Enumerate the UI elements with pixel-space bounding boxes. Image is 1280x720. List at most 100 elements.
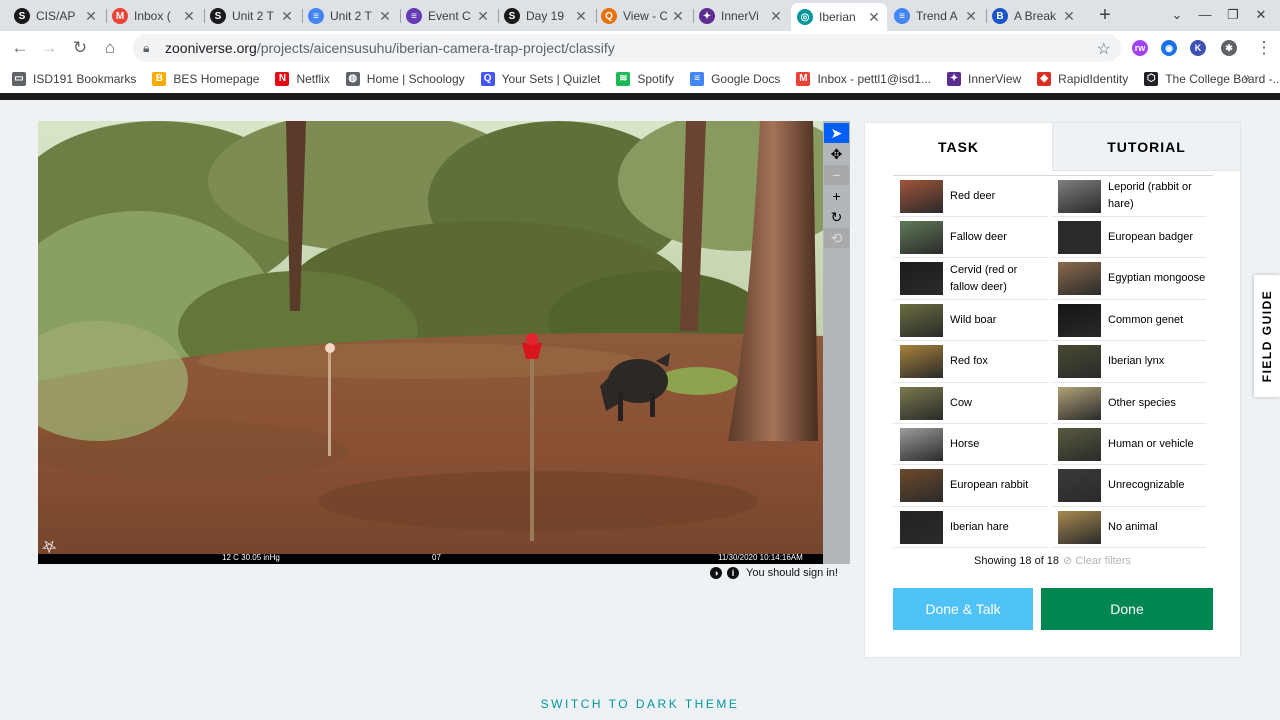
new-tab-button[interactable]: + [1094, 4, 1116, 26]
close-tab-icon[interactable]: ✕ [476, 8, 490, 25]
url-path: /projects/aicensusuhu/iberian-camera-tra… [256, 40, 615, 56]
species-choice[interactable]: European badger [1051, 217, 1206, 259]
browser-tab[interactable]: S Unit 2 T ✕ [204, 3, 300, 29]
sign-in-note[interactable]: You should sign in! [746, 567, 838, 579]
close-tab-icon[interactable]: ✕ [378, 8, 392, 25]
close-tab-icon[interactable]: ✕ [574, 8, 588, 25]
species-choice[interactable]: Cow [893, 383, 1048, 424]
google-docs-icon: ≡ [690, 71, 705, 86]
browser-tab[interactable]: M Inbox (✕ [106, 3, 202, 29]
menu-icon[interactable]: ⋮ [1252, 36, 1276, 60]
reset-icon[interactable]: ⟲ [824, 228, 849, 248]
species-choice[interactable]: Cervid (red or fallow deer) [893, 259, 1048, 300]
rotate-icon[interactable]: ↻ [824, 207, 849, 227]
species-choice[interactable]: Leporid (rabbit or hare) [1051, 176, 1206, 217]
species-choice[interactable]: Iberian hare [893, 507, 1048, 549]
close-tab-icon[interactable]: ✕ [84, 8, 98, 25]
zoom-in-icon[interactable]: + [824, 186, 849, 206]
species-choice[interactable]: Egyptian mongoose [1051, 259, 1206, 300]
browser-tab[interactable]: Q View - C ✕ [595, 3, 691, 29]
bookmark-item[interactable]: M Inbox - pettl1@isd1... [796, 71, 931, 86]
info-icon[interactable]: i [727, 567, 739, 579]
browser-tab[interactable]: ≡ Trend A ✕ [888, 3, 984, 29]
species-label: Cervid (red or fallow deer) [950, 263, 1018, 293]
back-icon[interactable]: ← [8, 36, 32, 60]
innerview-icon: ✦ [947, 71, 962, 86]
lock-icon[interactable]: 🔒︎ [143, 41, 157, 55]
close-window-icon[interactable]: ✕ [1250, 4, 1272, 26]
invert-colors-icon[interactable]: ◑ [710, 567, 722, 579]
close-tab-icon[interactable]: ✕ [769, 8, 783, 25]
puzzle-extension-icon[interactable]: ✱ [1221, 40, 1237, 56]
zoom-out-icon[interactable]: − [824, 165, 849, 185]
close-tab-icon[interactable]: ✕ [182, 8, 196, 25]
home-icon[interactable]: ⌂ [98, 36, 122, 60]
bookmark-item[interactable]: ≋ Spotify [616, 71, 674, 86]
species-choice[interactable]: Human or vehicle [1051, 424, 1206, 466]
netflix-icon: N [275, 71, 290, 86]
species-choice[interactable]: Red deer [893, 176, 1048, 217]
tab-task[interactable]: TASK [865, 123, 1052, 171]
google-docs-icon: ≡ [894, 8, 910, 24]
subject-image[interactable]: ⛧ 12 C 30.05 inHg 07 11/30/2020 10:14:16… [38, 121, 823, 564]
minimize-icon[interactable]: — [1194, 4, 1216, 26]
bookmark-item[interactable]: ⬡ The College Board -... [1144, 71, 1280, 86]
bookmark-item[interactable]: ◍ Home | Schoology [345, 71, 465, 86]
species-choice[interactable]: Horse [893, 424, 1048, 466]
done-button[interactable]: Done [1041, 588, 1213, 630]
species-choice[interactable]: Iberian lynx [1051, 342, 1206, 383]
tab-title: Day 19 [526, 9, 565, 23]
browser-tab[interactable]: ✦ InnerVi ✕ [693, 3, 789, 29]
close-tab-icon[interactable]: ✕ [280, 8, 294, 25]
species-choice[interactable]: European rabbit [893, 466, 1048, 507]
viewer-footer: ◑ i You should sign in! [710, 567, 838, 579]
forward-icon[interactable]: → [37, 36, 61, 60]
k-extension-icon[interactable]: K [1190, 40, 1206, 56]
bookmark-item[interactable]: Q Your Sets | Quizlet [480, 71, 600, 86]
browser-tab[interactable]: ≡ Unit 2 T ✕ [302, 3, 398, 29]
browser-tab[interactable]: S CIS/AP ✕ [8, 3, 104, 29]
done-and-talk-button[interactable]: Done & Talk [893, 588, 1033, 630]
species-choice[interactable]: Common genet [1051, 300, 1206, 342]
bookmark-item[interactable]: ◆ RapidIdentity [1037, 71, 1128, 86]
annotate-pointer-icon[interactable]: ➤ [824, 123, 849, 143]
address-bar[interactable]: 🔒︎ zooniverse.org/projects/aicensusuhu/i… [133, 34, 1121, 62]
bookmark-item[interactable]: N Netflix [275, 71, 330, 86]
subject-viewer-toolbar: ➤ ✥ − + ↻ ⟲ [823, 121, 850, 564]
browser-tab[interactable]: ◎ Iberian ✕ [791, 3, 887, 31]
tab-tutorial[interactable]: TUTORIAL [1052, 123, 1240, 171]
species-choice[interactable]: Unrecognizable [1051, 466, 1206, 507]
species-thumbnail [1058, 427, 1101, 461]
bookmark-star-icon[interactable]: ☆ [1097, 39, 1111, 59]
browser-tab[interactable]: B A Break ✕ [986, 3, 1082, 29]
move-icon[interactable]: ✥ [824, 144, 849, 164]
close-tab-icon[interactable]: ✕ [867, 9, 881, 26]
clear-filters-link[interactable]: ⊘ Clear filters [1063, 555, 1131, 567]
bookmark-item[interactable]: ✦ InnerView [947, 71, 1021, 86]
tab-search-icon[interactable]: ⌄ [1166, 4, 1188, 26]
species-choice[interactable]: Other species [1051, 383, 1206, 424]
species-choice[interactable]: Wild boar [893, 300, 1048, 342]
species-choice[interactable]: Red fox [893, 342, 1048, 383]
browser-toolbar: ← → ↻ ⌂ 🔒︎ zooniverse.org/projects/aicen… [0, 31, 1280, 64]
reload-icon[interactable]: ↻ [68, 36, 92, 60]
switch-dark-theme-link[interactable]: SWITCH TO DARK THEME [0, 697, 1280, 711]
species-thumbnail [1058, 220, 1101, 254]
close-tab-icon[interactable]: ✕ [1062, 8, 1076, 25]
bookmarks-overflow-icon[interactable]: » [1243, 70, 1250, 84]
species-choice[interactable]: No animal [1051, 507, 1206, 549]
browser-tab[interactable]: S Day 19 ✕ [498, 3, 594, 29]
shield-extension-icon[interactable]: ◉ [1161, 40, 1177, 56]
close-tab-icon[interactable]: ✕ [964, 8, 978, 25]
browser-tab[interactable]: ≡ Event C ✕ [400, 3, 496, 29]
close-tab-icon[interactable]: ✕ [671, 8, 685, 25]
bookmark-item[interactable]: ≡ Google Docs [690, 71, 780, 86]
site-header-bar [0, 93, 1280, 100]
restore-icon[interactable]: ❐ [1222, 4, 1244, 26]
field-guide-tab[interactable]: FIELD GUIDE [1254, 275, 1280, 397]
bookmark-item[interactable]: ▭ ISD191 Bookmarks [12, 71, 136, 86]
rw-extension-icon[interactable]: rw [1132, 40, 1148, 56]
species-choice[interactable]: Fallow deer [893, 217, 1048, 259]
google-docs-icon: ≡ [308, 8, 324, 24]
bookmark-item[interactable]: B BES Homepage [152, 71, 259, 86]
